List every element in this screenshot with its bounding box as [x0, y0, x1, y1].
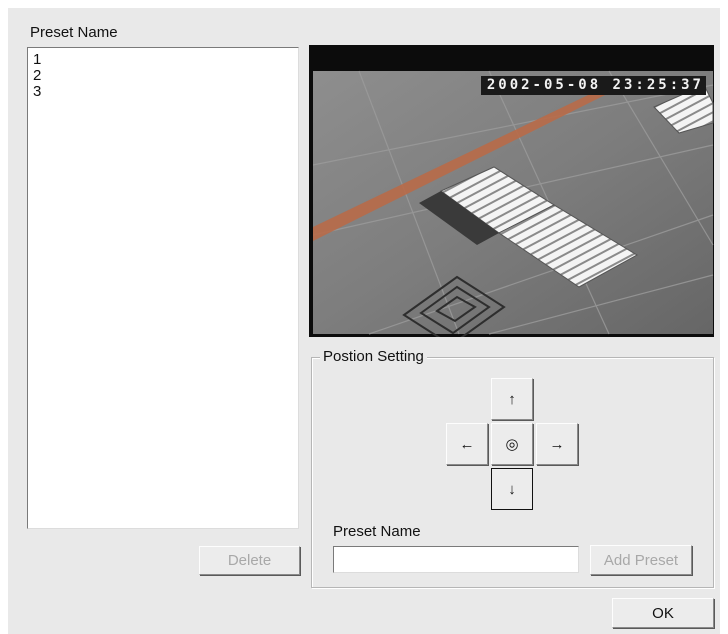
center-button[interactable]: ◎: [491, 423, 533, 465]
arrow-down-icon: ↓: [508, 480, 516, 498]
preset-name-input[interactable]: [333, 546, 579, 573]
delete-button[interactable]: Delete: [199, 546, 300, 575]
preset-list-item[interactable]: 3: [33, 84, 298, 100]
preset-list[interactable]: 1 2 3: [27, 47, 299, 529]
camera-preview: 2002-05-08 23:25:37: [309, 45, 714, 337]
arrow-left-icon: ←: [459, 435, 475, 453]
preset-list-label: Preset Name: [30, 24, 118, 41]
pan-right-button[interactable]: →: [536, 423, 578, 465]
preset-name-label: Preset Name: [333, 523, 421, 540]
pan-up-button[interactable]: ↑: [491, 378, 533, 420]
position-setting-title: Postion Setting: [320, 348, 427, 365]
add-preset-button[interactable]: Add Preset: [590, 545, 692, 575]
video-timestamp: 2002-05-08 23:25:37: [480, 76, 706, 95]
ok-button[interactable]: OK: [612, 598, 714, 628]
pan-left-button[interactable]: ←: [446, 423, 488, 465]
center-target-icon: ◎: [505, 436, 519, 453]
arrow-right-icon: →: [549, 435, 565, 453]
arrow-up-icon: ↑: [508, 390, 516, 408]
preset-list-item[interactable]: 1: [33, 52, 298, 68]
preset-list-item[interactable]: 2: [33, 68, 298, 84]
pan-down-button[interactable]: ↓: [491, 468, 533, 510]
